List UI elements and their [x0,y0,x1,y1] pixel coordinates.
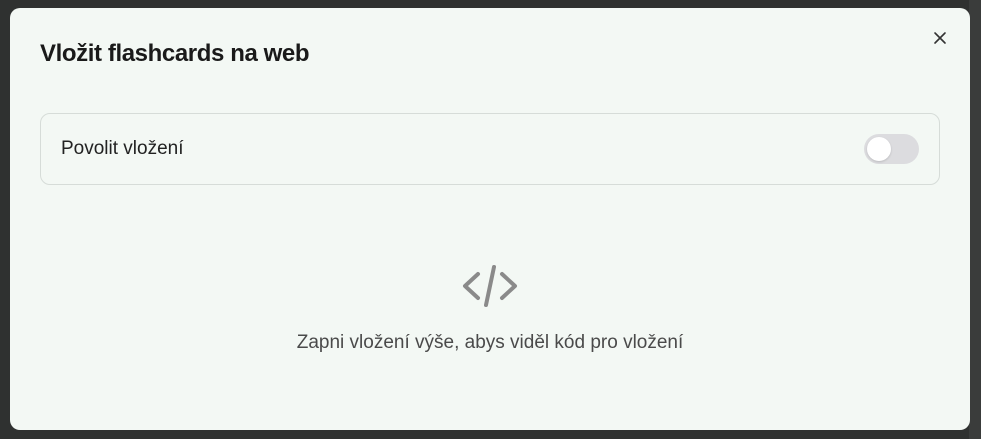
background-page-edge [969,0,981,439]
close-icon [934,32,946,44]
embed-setting-label: Povolit vložení [61,138,184,159]
empty-state: Zapni vložení výše, abys viděl kód pro v… [10,263,970,354]
toggle-knob [867,137,891,161]
embed-modal: Vložit flashcards na web Povolit vložení… [10,8,970,430]
code-icon [463,265,517,307]
modal-title: Vložit flashcards na web [40,40,310,67]
empty-state-message: Zapni vložení výše, abys viděl kód pro v… [296,332,684,353]
embed-toggle[interactable] [864,134,919,164]
close-button[interactable] [928,26,952,50]
embed-setting-row: Povolit vložení [40,113,940,185]
